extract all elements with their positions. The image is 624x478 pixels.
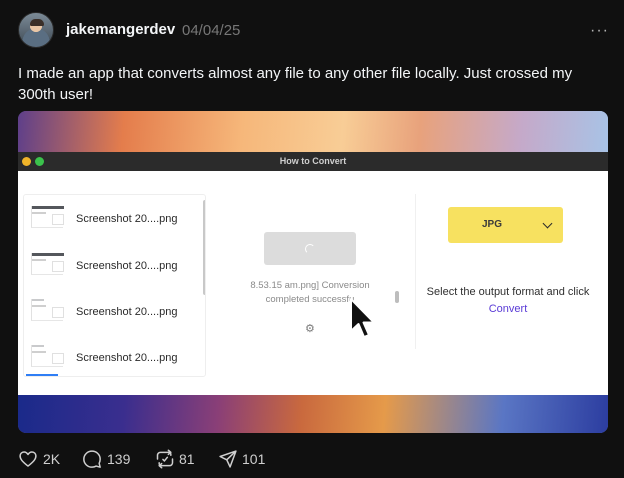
list-progress-bar [26, 374, 58, 376]
window-title: How to Convert [279, 156, 347, 166]
thumbnail-frame [52, 353, 64, 364]
file-list-item: Screenshot 20....png [24, 245, 205, 285]
avatar[interactable] [18, 12, 54, 48]
reply-count: 139 [107, 451, 131, 467]
thumbnail-bar [32, 206, 64, 209]
file-thumbnail [31, 206, 64, 228]
thumbnail-line [32, 305, 46, 307]
file-name: Screenshot 20....png [76, 260, 178, 272]
window-titlebar: How to Convert [18, 152, 608, 171]
wallpaper-top [18, 111, 608, 156]
post-media-image[interactable]: How to Convert Screenshot 20....png Scre… [18, 111, 608, 433]
like-count: 2K [43, 451, 61, 467]
post-text: I made an app that converts almost any f… [18, 65, 573, 103]
wallpaper-bottom [18, 395, 608, 433]
file-list-item: Screenshot 20....png [24, 337, 205, 376]
output-format-label: JPG [481, 219, 502, 230]
mouse-cursor-icon [350, 298, 375, 338]
thumbnail-frame [52, 261, 64, 272]
repost-count: 81 [179, 451, 195, 467]
file-thumbnail [31, 299, 64, 321]
thumbnail-line [32, 212, 46, 214]
heart-icon [19, 451, 37, 467]
share-count: 101 [242, 451, 266, 467]
comment-icon [83, 450, 101, 468]
more-options-icon[interactable]: ··· [590, 22, 609, 40]
file-thumbnail [31, 345, 64, 367]
post-date: 04/04/25 [182, 22, 241, 39]
file-name: Screenshot 20....png [76, 213, 178, 225]
instructions-prefix: Select the output format and click [426, 286, 590, 298]
thumbnail-frame [52, 214, 64, 225]
thumbnail-frame [52, 307, 64, 318]
instructions-text: Select the output format and click Conve… [422, 284, 594, 318]
file-list-item: Screenshot 20....png [24, 198, 205, 238]
convert-button [264, 232, 356, 265]
file-list: Screenshot 20....png Screenshot 20....pn… [23, 194, 206, 377]
app-window-body: Screenshot 20....png Screenshot 20....pn… [18, 171, 608, 395]
convert-link: Convert [488, 303, 528, 315]
status-scrollbar [395, 291, 399, 303]
send-icon [219, 450, 237, 468]
thumbnail-bar [32, 299, 44, 301]
file-name: Screenshot 20....png [76, 352, 178, 364]
loading-spinner-icon [305, 244, 315, 254]
thumbnail-bar [32, 253, 64, 256]
thumbnail-line [32, 351, 46, 353]
thumbnail-line [32, 259, 46, 261]
avatar-hair [30, 19, 44, 26]
file-list-item: Screenshot 20....png [24, 291, 205, 331]
file-name: Screenshot 20....png [76, 306, 178, 318]
chevron-down-icon [542, 218, 553, 229]
repost-icon [156, 449, 174, 469]
file-thumbnail [31, 253, 64, 275]
username[interactable]: jakemangerdev [66, 21, 175, 38]
thumbnail-bar [32, 345, 44, 347]
file-list-scrollbar [203, 200, 205, 295]
output-format-select: JPG [448, 207, 563, 243]
gear-icon: ⚙ [305, 323, 315, 335]
